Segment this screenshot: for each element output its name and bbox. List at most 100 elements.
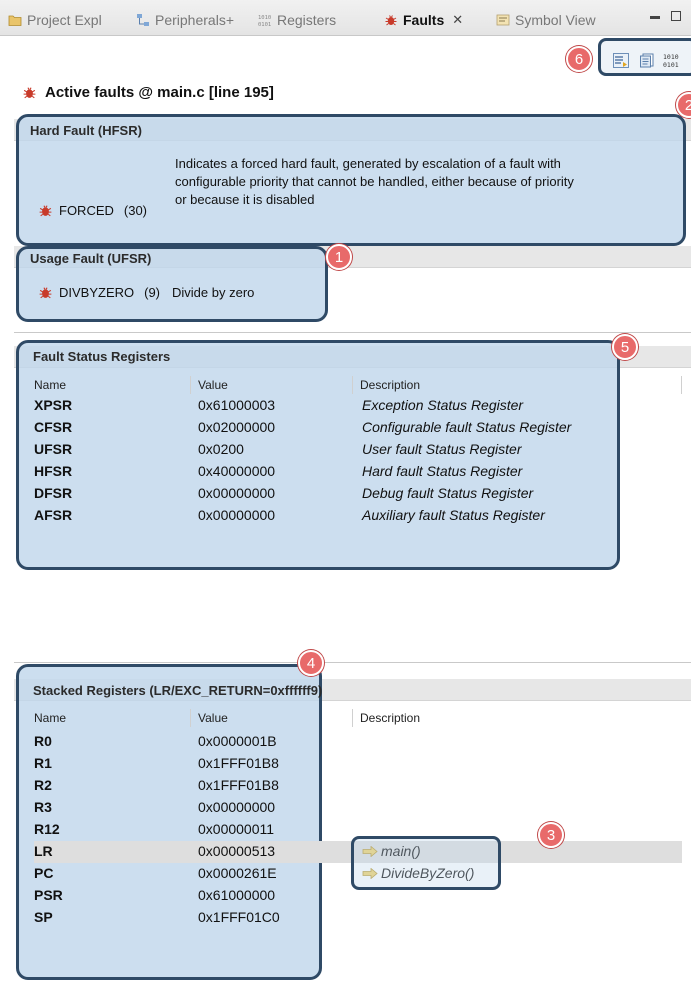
bug-icon — [39, 287, 52, 299]
callout-badge-3: 3 — [538, 822, 564, 848]
register-name: HFSR — [34, 463, 73, 479]
column-header-value[interactable]: Value — [198, 378, 228, 392]
fault-status-title: Fault Status Registers — [33, 349, 171, 364]
tab-label: Project Expl — [27, 12, 102, 28]
column-header-value[interactable]: Value — [198, 711, 228, 725]
tab-faults[interactable]: Faults ✕ — [384, 10, 463, 30]
register-name: AFSR — [34, 507, 73, 523]
column-header-name[interactable]: Name — [34, 711, 66, 725]
hard-fault-title: Hard Fault (HFSR) — [30, 123, 142, 138]
register-value: 0x0200 — [198, 441, 244, 457]
register-value: 0x40000000 — [198, 463, 276, 479]
svg-text:0101: 0101 — [258, 22, 271, 27]
register-value: 0x61000000 — [198, 887, 276, 903]
table-row[interactable]: HFSR 0x40000000 Hard fault Status Regist… — [34, 463, 691, 485]
tab-label: Symbol View — [515, 12, 596, 28]
register-value: 0x0000001B — [198, 733, 277, 749]
register-value: 0x1FFF01B8 — [198, 755, 279, 771]
table-row[interactable]: PSR 0x61000000 — [34, 887, 691, 909]
register-name: XPSR — [34, 397, 73, 413]
binary-format-icon[interactable]: 1010 0101 — [663, 53, 683, 68]
register-name: LR — [34, 843, 53, 859]
table-row[interactable]: UFSR 0x0200 User fault Status Register — [34, 441, 691, 463]
column-header-description[interactable]: Description — [360, 378, 420, 392]
register-value: 0x02000000 — [198, 419, 276, 435]
table-row[interactable]: CFSR 0x02000000 Configurable fault Statu… — [34, 419, 691, 441]
register-value: 0x00000513 — [198, 843, 276, 859]
registers-binary-icon: 1010 0101 — [258, 15, 271, 27]
register-name: PSR — [34, 887, 63, 903]
register-value: 0x00000000 — [198, 507, 276, 523]
stacked-column-headers: Name Value Description — [30, 709, 682, 727]
stacked-registers-title: Stacked Registers (LR/EXC_RETURN=0xfffff… — [33, 683, 323, 698]
svg-text:1010: 1010 — [663, 53, 679, 61]
column-separator — [190, 709, 191, 727]
column-header-name[interactable]: Name — [34, 378, 66, 392]
tab-label: Peripherals+ — [155, 12, 234, 28]
usage-fault-name: DIVBYZERO — [59, 285, 135, 300]
callout-badge-4: 4 — [298, 650, 324, 676]
hard-fault-desc-line: or because it is disabled — [175, 192, 315, 207]
register-value: 0x00000000 — [198, 485, 276, 501]
column-separator — [190, 376, 191, 394]
callout-badge-6: 6 — [566, 46, 592, 72]
column-separator — [681, 376, 682, 394]
hard-fault-code: (30) — [123, 203, 148, 218]
table-row[interactable]: SP 0x1FFF01C0 — [34, 909, 691, 931]
minimize-icon[interactable] — [650, 16, 660, 19]
register-name: R3 — [34, 799, 52, 815]
usage-fault-title: Usage Fault (UFSR) — [30, 251, 152, 266]
peripherals-icon — [137, 14, 149, 26]
register-description: Configurable fault Status Register — [362, 419, 572, 435]
register-description: Auxiliary fault Status Register — [362, 507, 545, 523]
column-header-description[interactable]: Description — [360, 711, 420, 725]
svg-text:0101: 0101 — [663, 61, 679, 68]
register-name: DFSR — [34, 485, 73, 501]
show-details-icon[interactable] — [613, 53, 629, 68]
fault-status-column-headers: Name Value Description — [30, 376, 682, 394]
register-name: UFSR — [34, 441, 73, 457]
tab-project-explorer[interactable]: Project Expl — [8, 10, 102, 30]
register-name: R2 — [34, 777, 52, 793]
tab-symbol-view[interactable]: Symbol View — [496, 10, 596, 30]
register-name: R1 — [34, 755, 52, 771]
tab-label: Faults — [403, 12, 445, 28]
register-name: CFSR — [34, 419, 73, 435]
table-row[interactable]: R3 0x00000000 — [34, 799, 691, 821]
svg-text:1010: 1010 — [258, 15, 271, 21]
tab-peripherals[interactable]: Peripherals+ — [136, 10, 234, 30]
active-faults-title: Active faults @ main.c [line 195] — [45, 84, 274, 101]
column-separator — [352, 376, 353, 394]
table-row[interactable]: AFSR 0x00000000 Auxiliary fault Status R… — [34, 507, 691, 529]
close-tab-icon[interactable]: ✕ — [452, 12, 463, 28]
tab-label: Registers — [277, 12, 337, 28]
column-separator — [352, 709, 353, 727]
callout-badge-5: 5 — [612, 334, 638, 360]
register-name: SP — [34, 909, 53, 925]
view-tab-bar: Project Expl Peripherals+ 1010 0101 Regi… — [0, 0, 691, 36]
register-value: 0x1FFF01C0 — [198, 909, 280, 925]
usage-fault-code: (9) — [144, 285, 161, 300]
symbol-view-icon — [496, 14, 510, 26]
register-value: 0x00000000 — [198, 799, 276, 815]
table-row[interactable]: XPSR 0x61000003 Exception Status Registe… — [34, 397, 691, 419]
table-row[interactable]: DFSR 0x00000000 Debug fault Status Regis… — [34, 485, 691, 507]
register-value: 0x1FFF01B8 — [198, 777, 279, 793]
pane-divider[interactable] — [14, 332, 691, 333]
register-description: Debug fault Status Register — [362, 485, 534, 501]
tab-registers[interactable]: 1010 0101 Registers — [258, 10, 336, 30]
copy-icon[interactable] — [639, 53, 655, 68]
register-description: Exception Status Register — [362, 397, 524, 413]
hard-fault-entry: FORCED (30) — [38, 203, 147, 218]
maximize-icon[interactable] — [671, 11, 681, 21]
bug-icon — [385, 15, 397, 26]
folder-icon — [8, 15, 22, 26]
table-row[interactable]: R2 0x1FFF01B8 — [34, 777, 691, 799]
register-description: Hard fault Status Register — [362, 463, 523, 479]
hard-fault-name: FORCED — [59, 203, 114, 218]
table-row[interactable]: R1 0x1FFF01B8 — [34, 755, 691, 777]
pane-divider[interactable] — [14, 662, 691, 663]
callout-badge-1: 1 — [326, 244, 352, 270]
table-row[interactable]: R0 0x0000001B — [34, 733, 691, 755]
page-title: Active faults @ main.c [line 195] — [22, 84, 274, 101]
